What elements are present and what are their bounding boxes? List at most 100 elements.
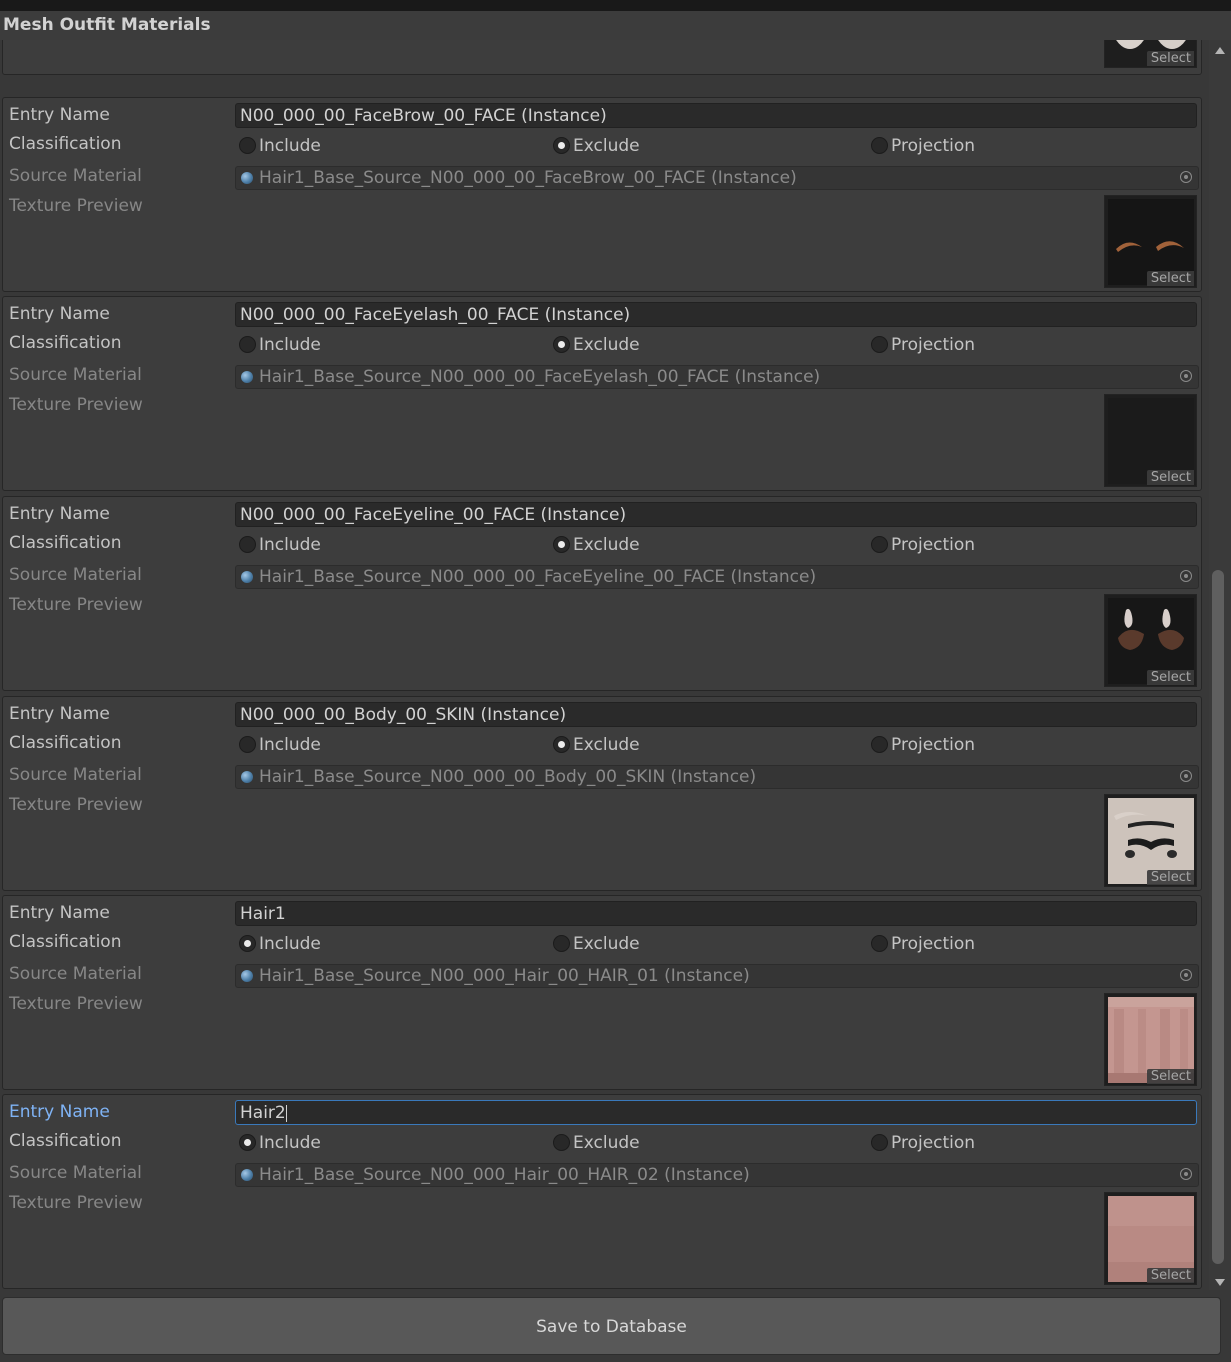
radio-projection-label: Projection — [891, 335, 976, 355]
source-material-value: Hair1_Base_Source_N00_000_00_Body_00_SKI… — [259, 767, 757, 787]
radio-projection-circle — [871, 935, 888, 952]
entry-card: Entry Name Hair2 Classification Include … — [2, 1094, 1202, 1289]
texture-thumbnail[interactable]: Select — [1104, 1192, 1197, 1285]
entry-name-label: Entry Name — [9, 504, 110, 524]
source-material-field[interactable]: Hair1_Base_Source_N00_000_Hair_00_HAIR_0… — [235, 1163, 1199, 1187]
radio-exclude-circle — [553, 935, 570, 952]
entry-name-value: N00_000_00_FaceEyelash_00_FACE (Instance… — [240, 305, 631, 325]
text-caret — [285, 1104, 287, 1122]
entry-card: Entry Name N00_000_00_FaceEyeline_00_FAC… — [2, 496, 1202, 691]
radio-include-circle — [239, 137, 256, 154]
radio-projection-circle — [871, 536, 888, 553]
radio-exclude-label: Exclude — [573, 1133, 640, 1153]
object-picker-icon[interactable] — [1180, 171, 1192, 183]
object-picker-icon[interactable] — [1180, 370, 1192, 382]
object-picker-icon[interactable] — [1180, 570, 1192, 582]
source-material-field[interactable]: Hair1_Base_Source_N00_000_Hair_00_HAIR_0… — [235, 964, 1199, 988]
texture-preview-label: Texture Preview — [9, 196, 143, 216]
radio-projection-label: Projection — [891, 136, 976, 156]
texture-thumbnail[interactable]: Select — [1104, 40, 1197, 68]
entry-name-field[interactable]: N00_000_00_FaceEyeline_00_FACE (Instance… — [235, 502, 1197, 527]
source-material-label: Source Material — [9, 166, 142, 186]
texture-preview-label: Texture Preview — [9, 595, 143, 615]
source-material-value: Hair1_Base_Source_N00_000_Hair_00_HAIR_0… — [259, 966, 750, 986]
entry-name-label: Entry Name — [9, 704, 110, 724]
radio-exclude-circle — [553, 1134, 570, 1151]
source-material-label: Source Material — [9, 365, 142, 385]
texture-preview-label: Texture Preview — [9, 795, 143, 815]
radio-projection-circle — [871, 137, 888, 154]
object-picker-icon[interactable] — [1180, 1168, 1192, 1180]
source-material-field[interactable]: Hair1_Base_Source_N00_000_00_FaceEyelash… — [235, 365, 1199, 389]
radio-exclude-circle — [553, 336, 570, 353]
radio-include-circle — [239, 336, 256, 353]
panel-header: Mesh Outfit Materials — [0, 11, 1231, 40]
object-picker-icon[interactable] — [1180, 770, 1192, 782]
texture-thumbnail[interactable]: Select — [1104, 394, 1197, 487]
texture-thumbnail[interactable]: Select — [1104, 993, 1197, 1086]
entry-name-label: Entry Name — [9, 304, 110, 324]
radio-exclude-label: Exclude — [573, 535, 640, 555]
scroll-up-arrow-icon[interactable] — [1215, 47, 1225, 54]
radio-projection-label: Projection — [891, 535, 976, 555]
source-material-value: Hair1_Base_Source_N00_000_00_FaceEyeline… — [259, 567, 817, 587]
select-button[interactable]: Select — [1146, 1069, 1194, 1084]
entries-scroll-area[interactable]: Select Entry Name N00_000_00_FaceBrow_00… — [0, 40, 1206, 1290]
material-sphere-icon — [241, 371, 253, 383]
texture-preview-label: Texture Preview — [9, 395, 143, 415]
title-strip — [0, 0, 1231, 11]
entry-name-value: N00_000_00_FaceEyeline_00_FACE (Instance… — [240, 505, 627, 525]
entry-name-field[interactable]: N00_000_00_Body_00_SKIN (Instance) — [235, 702, 1197, 727]
texture-thumbnail[interactable]: Select — [1104, 794, 1197, 887]
select-button[interactable]: Select — [1146, 470, 1194, 485]
radio-projection-label: Projection — [891, 1133, 976, 1153]
select-button[interactable]: Select — [1146, 1268, 1194, 1283]
texture-thumbnail[interactable]: Select — [1104, 594, 1197, 687]
select-button[interactable]: Select — [1146, 51, 1194, 66]
entry-name-field[interactable]: N00_000_00_FaceBrow_00_FACE (Instance) — [235, 103, 1197, 128]
source-material-value: Hair1_Base_Source_N00_000_00_FaceBrow_00… — [259, 168, 797, 188]
classification-label: Classification — [9, 932, 122, 952]
object-picker-icon[interactable] — [1180, 969, 1192, 981]
material-sphere-icon — [241, 571, 253, 583]
source-material-label: Source Material — [9, 964, 142, 984]
source-material-field[interactable]: Hair1_Base_Source_N00_000_00_FaceEyeline… — [235, 565, 1199, 589]
texture-preview-label: Texture Preview — [9, 1193, 143, 1213]
source-material-label: Source Material — [9, 1163, 142, 1183]
radio-include-label: Include — [259, 535, 321, 555]
select-button[interactable]: Select — [1146, 870, 1194, 885]
material-sphere-icon — [241, 771, 253, 783]
material-sphere-icon — [241, 1169, 253, 1181]
radio-exclude-label: Exclude — [573, 335, 640, 355]
radio-projection-circle — [871, 1134, 888, 1151]
entry-name-value: N00_000_00_FaceBrow_00_FACE (Instance) — [240, 106, 607, 126]
select-button[interactable]: Select — [1146, 271, 1194, 286]
entry-name-label: Entry Name — [9, 903, 110, 923]
entry-name-field[interactable]: Hair2 — [235, 1100, 1197, 1125]
texture-preview-label: Texture Preview — [9, 994, 143, 1014]
entry-name-field[interactable]: N00_000_00_FaceEyelash_00_FACE (Instance… — [235, 302, 1197, 327]
radio-exclude-label: Exclude — [573, 136, 640, 156]
entry-name-field[interactable]: Hair1 — [235, 901, 1197, 926]
radio-exclude-circle — [553, 736, 570, 753]
entry-name-value: Hair1 — [240, 904, 286, 924]
radio-include-circle — [239, 536, 256, 553]
scroll-down-arrow-icon[interactable] — [1215, 1279, 1225, 1286]
entry-card: Entry Name N00_000_00_FaceEyelash_00_FAC… — [2, 296, 1202, 491]
entry-card: Entry Name Hair1 Classification Include … — [2, 895, 1202, 1090]
source-material-label: Source Material — [9, 565, 142, 585]
source-material-field[interactable]: Hair1_Base_Source_N00_000_00_Body_00_SKI… — [235, 765, 1199, 789]
select-button[interactable]: Select — [1146, 670, 1194, 685]
source-material-field[interactable]: Hair1_Base_Source_N00_000_00_FaceBrow_00… — [235, 166, 1199, 190]
radio-projection-label: Projection — [891, 934, 976, 954]
source-material-label: Source Material — [9, 765, 142, 785]
radio-include-label: Include — [259, 335, 321, 355]
vertical-scrollbar[interactable] — [1209, 40, 1231, 1290]
scrollbar-thumb[interactable] — [1212, 570, 1224, 1264]
texture-thumbnail[interactable]: Select — [1104, 195, 1197, 288]
save-to-database-button[interactable]: Save to Database — [2, 1297, 1221, 1355]
radio-projection-label: Projection — [891, 735, 976, 755]
entry-card-partial: Select — [2, 40, 1202, 75]
source-material-value: Hair1_Base_Source_N00_000_00_FaceEyelash… — [259, 367, 821, 387]
entry-name-label: Entry Name — [9, 105, 110, 125]
